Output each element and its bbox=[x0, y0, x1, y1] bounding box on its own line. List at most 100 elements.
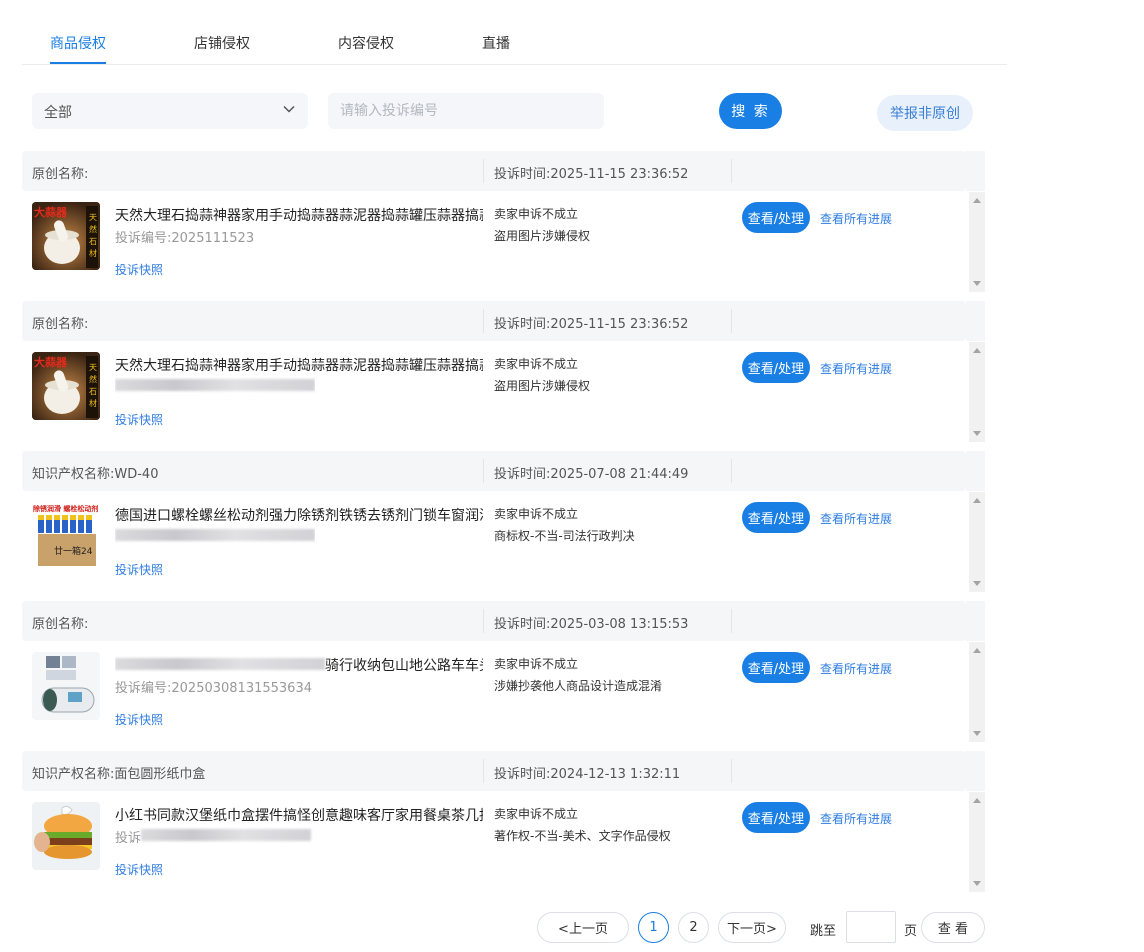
tab-content-infringement[interactable]: 内容侵权 bbox=[338, 33, 394, 53]
view-all-progress-link[interactable]: 查看所有进展 bbox=[820, 360, 892, 377]
complaint-header: 知识产权名称:面包圆形纸巾盒 投诉时间:2024-12-13 1:32:11 bbox=[22, 751, 966, 791]
active-tab-indicator bbox=[50, 62, 106, 64]
tab-live[interactable]: 直播 bbox=[482, 33, 510, 53]
product-title: 天然大理石捣蒜神器家用手动捣蒜器蒜泥器捣蒜罐压蒜器搞蒜 bbox=[115, 358, 483, 374]
prev-page-button[interactable]: <上一页 bbox=[537, 912, 629, 943]
type-select-value: 全部 bbox=[44, 105, 72, 121]
scroll-up-arrow-icon[interactable] bbox=[973, 498, 981, 503]
product-thumbnail[interactable]: 大蒜器天然石材 bbox=[32, 352, 100, 420]
jump-go-button[interactable]: 查 看 bbox=[921, 912, 985, 943]
complaint-time: 投诉时间:2025-11-15 23:36:52 bbox=[494, 167, 689, 182]
header-tail bbox=[966, 601, 985, 641]
page-2-button[interactable]: 2 bbox=[678, 912, 709, 943]
complaint-snapshot-link[interactable]: 投诉快照 bbox=[115, 561, 163, 578]
product-title: 天然大理石捣蒜神器家用手动捣蒜器蒜泥器捣蒜罐压蒜器搞蒜 bbox=[115, 208, 483, 224]
complaint-header: 知识产权名称:WD-40 投诉时间:2025-07-08 21:44:49 bbox=[22, 451, 966, 491]
svg-text:大蒜器: 大蒜器 bbox=[34, 355, 68, 369]
complaint-id bbox=[115, 527, 315, 543]
view-handle-button[interactable]: 查看/处理 bbox=[742, 652, 810, 683]
scroll-down-arrow-icon[interactable] bbox=[973, 581, 981, 586]
card-scrollbar[interactable] bbox=[969, 342, 985, 442]
view-handle-button[interactable]: 查看/处理 bbox=[742, 352, 810, 383]
card-scrollbar[interactable] bbox=[969, 792, 985, 892]
svg-text:然: 然 bbox=[89, 374, 97, 384]
product-thumbnail[interactable]: 大蒜器天然石材 bbox=[32, 202, 100, 270]
complaint-time: 投诉时间:2025-07-08 21:44:49 bbox=[494, 467, 689, 482]
view-handle-button[interactable]: 查看/处理 bbox=[742, 202, 810, 233]
complaint-body: 骑行收纳包山地公路车车头 投诉编号:20250308131553634 投诉快照 卖家… bbox=[22, 642, 968, 742]
complaint-card: 知识产权名称:WD-40 投诉时间:2025-07-08 21:44:49 除锈润滑… bbox=[22, 451, 985, 592]
header-divider bbox=[731, 459, 732, 483]
scroll-down-arrow-icon[interactable] bbox=[973, 731, 981, 736]
complaint-status: 卖家申诉不成立 bbox=[494, 357, 579, 371]
complaint-header: 原创名称: 投诉时间:2025-11-15 23:36:52 bbox=[22, 301, 966, 341]
product-thumbnail[interactable] bbox=[32, 652, 100, 720]
header-divider bbox=[731, 309, 732, 333]
page-unit-label: 页 bbox=[904, 924, 918, 939]
scroll-up-arrow-icon[interactable] bbox=[973, 798, 981, 803]
complaint-header: 原创名称: 投诉时间:2025-11-15 23:36:52 bbox=[22, 151, 966, 191]
scroll-up-arrow-icon[interactable] bbox=[973, 198, 981, 203]
ip-name-label: 原创名称: bbox=[32, 317, 89, 332]
ip-name-label: 原创名称: bbox=[32, 167, 89, 182]
header-divider bbox=[483, 159, 484, 183]
complaint-card: 原创名称: 投诉时间:2025-11-15 23:36:52 大蒜器天然石材天然大理… bbox=[22, 301, 985, 442]
scroll-down-arrow-icon[interactable] bbox=[973, 281, 981, 286]
complaint-card: 知识产权名称:面包圆形纸巾盒 投诉时间:2024-12-13 1:32:11 小红书… bbox=[22, 751, 985, 892]
scroll-down-arrow-icon[interactable] bbox=[973, 881, 981, 886]
header-tail bbox=[966, 451, 985, 491]
complaint-id: 投诉 bbox=[115, 827, 315, 843]
complaint-snapshot-link[interactable]: 投诉快照 bbox=[115, 861, 163, 878]
card-scrollbar[interactable] bbox=[969, 192, 985, 292]
scroll-down-arrow-icon[interactable] bbox=[973, 431, 981, 436]
svg-text:大蒜器: 大蒜器 bbox=[34, 205, 68, 219]
complaint-body: 大蒜器天然石材天然大理石捣蒜神器家用手动捣蒜器蒜泥器捣蒜罐压蒜器搞蒜 投诉编号:2… bbox=[22, 192, 968, 292]
scroll-up-arrow-icon[interactable] bbox=[973, 348, 981, 353]
search-button[interactable]: 搜 索 bbox=[719, 93, 782, 129]
view-all-progress-link[interactable]: 查看所有进展 bbox=[820, 210, 892, 227]
complaint-time: 投诉时间:2025-11-15 23:36:52 bbox=[494, 317, 689, 332]
card-scrollbar[interactable] bbox=[969, 492, 985, 592]
view-all-progress-link[interactable]: 查看所有进展 bbox=[820, 810, 892, 827]
complaint-id-search-input[interactable] bbox=[328, 93, 604, 129]
view-all-progress-link[interactable]: 查看所有进展 bbox=[820, 660, 892, 677]
complaint-snapshot-link[interactable]: 投诉快照 bbox=[115, 711, 163, 728]
complaint-id bbox=[115, 377, 315, 393]
product-thumbnail[interactable]: 除锈润滑 螺栓松动剂 廿一箱24 bbox=[32, 502, 100, 570]
complaint-reason: 盗用图片涉嫌侵权 bbox=[494, 379, 591, 393]
product-title: 骑行收纳包山地公路车车头 bbox=[115, 655, 483, 675]
view-handle-button[interactable]: 查看/处理 bbox=[742, 802, 810, 833]
redacted-title bbox=[115, 658, 325, 670]
complaint-snapshot-link[interactable]: 投诉快照 bbox=[115, 411, 163, 428]
header-tail bbox=[966, 151, 985, 191]
card-scrollbar[interactable] bbox=[969, 642, 985, 742]
complaint-status: 卖家申诉不成立 bbox=[494, 807, 579, 821]
complaint-snapshot-link[interactable]: 投诉快照 bbox=[115, 261, 163, 278]
jump-page-input[interactable] bbox=[846, 911, 896, 943]
page-1-button[interactable]: 1 bbox=[638, 912, 669, 943]
tab-goods-infringement[interactable]: 商品侵权 bbox=[50, 33, 106, 53]
view-all-progress-link[interactable]: 查看所有进展 bbox=[820, 510, 892, 527]
complaint-reason: 盗用图片涉嫌侵权 bbox=[494, 229, 591, 243]
complaint-body: 大蒜器天然石材天然大理石捣蒜神器家用手动捣蒜器蒜泥器捣蒜罐压蒜器搞蒜 投诉快照 卖家… bbox=[22, 342, 968, 442]
complaint-card: 原创名称: 投诉时间:2025-11-15 23:36:52 大蒜器天然石材天然大理… bbox=[22, 151, 985, 292]
header-divider bbox=[483, 459, 484, 483]
tab-shop-infringement[interactable]: 店铺侵权 bbox=[194, 33, 250, 53]
complaint-body: 除锈润滑 螺栓松动剂 廿一箱24 德国进口螺栓螺丝松动剂强力除锈剂铁锈去锈剂门锁车窗… bbox=[22, 492, 968, 592]
svg-text:石: 石 bbox=[89, 387, 97, 396]
complaint-time: 投诉时间:2025-03-08 13:15:53 bbox=[494, 617, 689, 632]
header-divider bbox=[483, 759, 484, 783]
svg-text:廿一箱24: 廿一箱24 bbox=[54, 545, 93, 557]
report-non-original-button[interactable]: 举报非原创 bbox=[877, 95, 973, 131]
complaint-card: 原创名称: 投诉时间:2025-03-08 13:15:53 骑行收纳包山地公路车车… bbox=[22, 601, 985, 742]
complaint-id: 投诉编号:20250308131553634 bbox=[115, 681, 312, 693]
ip-name-label: 原创名称: bbox=[32, 617, 89, 632]
product-thumbnail[interactable] bbox=[32, 802, 100, 870]
view-handle-button[interactable]: 查看/处理 bbox=[742, 502, 810, 533]
header-divider bbox=[483, 309, 484, 333]
header-tail bbox=[966, 301, 985, 341]
next-page-button[interactable]: 下一页> bbox=[718, 912, 786, 943]
scroll-up-arrow-icon[interactable] bbox=[973, 648, 981, 653]
svg-text:然: 然 bbox=[89, 224, 97, 234]
type-select[interactable]: 全部 bbox=[32, 93, 308, 129]
